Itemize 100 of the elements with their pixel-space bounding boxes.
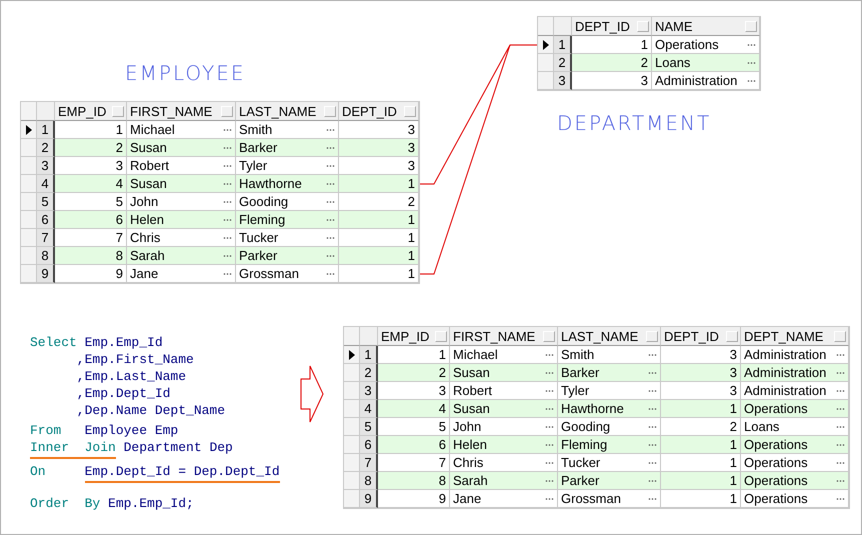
ellipsis-icon[interactable] (223, 164, 232, 168)
ellipsis-icon[interactable] (223, 254, 232, 258)
ellipsis-icon[interactable] (545, 424, 554, 428)
ellipsis-icon[interactable] (836, 388, 845, 392)
ellipsis-icon[interactable] (648, 406, 657, 410)
ellipsis-icon[interactable] (648, 496, 657, 500)
ellipsis-icon[interactable] (836, 496, 845, 500)
ellipsis-icon[interactable] (326, 272, 335, 276)
table-row[interactable]: 7 7 Chris Tucker 1 (21, 229, 419, 247)
table-row[interactable]: 1 1 Michael Smith 3 (21, 121, 419, 139)
ellipsis-icon[interactable] (545, 460, 554, 464)
ellipsis-icon[interactable] (648, 442, 657, 446)
ellipsis-icon[interactable] (545, 388, 554, 392)
table-row[interactable]: 2 2 Susan Barker 3 (21, 139, 419, 157)
table-row[interactable]: 3 3 Robert Tyler 3 (21, 157, 419, 175)
table-cell: Administration (655, 73, 738, 88)
table-cell: Fleming (561, 437, 608, 452)
ellipsis-icon[interactable] (648, 388, 657, 392)
column-header: EMP_ID (381, 328, 430, 344)
table-cell: 1 (438, 347, 446, 362)
ellipsis-icon[interactable] (648, 424, 657, 428)
table-cell: Smith (561, 347, 594, 362)
table-row[interactable]: 5 5 John Gooding 2 (21, 193, 419, 211)
ellipsis-icon[interactable] (747, 78, 756, 82)
table-row[interactable]: 9 9 Jane Grossman 1 (21, 265, 419, 283)
ellipsis-icon[interactable] (747, 60, 756, 64)
ellipsis-icon[interactable] (545, 352, 554, 356)
table-cell: 1 (408, 176, 415, 191)
ellipsis-icon[interactable] (326, 254, 335, 258)
table-row[interactable]: 8 8 Sarah Parker 1 (21, 247, 419, 265)
table-row[interactable]: 3 3 Robert Tyler 3 Administration (344, 382, 849, 400)
table-row[interactable]: 4 4 Susan Hawthorne 1 (21, 175, 419, 193)
table-cell: Susan (453, 401, 490, 416)
ellipsis-icon[interactable] (545, 442, 554, 446)
row-number: 3 (37, 157, 55, 175)
table-cell: 1 (730, 437, 737, 452)
code-line: ,Emp.Dept_Id (76, 385, 172, 402)
ellipsis-icon[interactable] (223, 200, 232, 204)
ellipsis-icon[interactable] (223, 182, 232, 186)
table-cell: Hawthorne (239, 176, 302, 191)
table-row[interactable]: 1 1 Operations (538, 36, 760, 54)
ellipsis-icon[interactable] (545, 496, 554, 500)
ellipsis-icon[interactable] (836, 424, 845, 428)
column-header: DEPT_ID (575, 18, 630, 34)
table-cell: 7 (438, 455, 446, 470)
table-row[interactable]: 9 9 Jane Grossman 1 Operations (344, 490, 849, 508)
column-header: LAST_NAME (239, 104, 316, 118)
column-header: DEPT_ID (664, 328, 719, 344)
table-row[interactable]: 6 6 Helen Fleming 1 (21, 211, 419, 229)
table-cell: 1 (408, 230, 415, 245)
ellipsis-icon[interactable] (326, 128, 335, 132)
table-row[interactable]: 7 7 Chris Tucker 1 Operations (344, 454, 849, 472)
ellipsis-icon[interactable] (223, 146, 232, 150)
table-cell: John (130, 194, 158, 209)
ellipsis-icon[interactable] (648, 478, 657, 482)
ellipsis-icon[interactable] (223, 128, 232, 132)
ellipsis-icon[interactable] (326, 182, 335, 186)
ellipsis-icon[interactable] (545, 406, 554, 410)
ellipsis-icon[interactable] (326, 200, 335, 204)
table-cell: 7 (116, 230, 123, 245)
ellipsis-icon[interactable] (223, 272, 232, 276)
table-cell: Operations (744, 473, 808, 488)
table-cell: John (453, 419, 482, 434)
table-cell: Parker (561, 473, 600, 488)
ellipsis-icon[interactable] (836, 406, 845, 410)
ellipsis-icon[interactable] (836, 370, 845, 374)
table-cell: Operations (744, 437, 808, 452)
table-row[interactable]: 2 2 Loans (538, 54, 760, 72)
table-row[interactable]: 1 1 Michael Smith 3 Administration (344, 346, 849, 364)
ellipsis-icon[interactable] (836, 442, 845, 446)
ellipsis-icon[interactable] (545, 370, 554, 374)
table-cell: 3 (408, 158, 415, 173)
table-cell: Fleming (239, 212, 286, 227)
row-number: 2 (554, 54, 572, 72)
ellipsis-icon[interactable] (648, 352, 657, 356)
table-cell: Sarah (453, 473, 488, 488)
ellipsis-icon[interactable] (545, 478, 554, 482)
table-row[interactable]: 4 4 Susan Hawthorne 1 Operations (344, 400, 849, 418)
column-header: DEPT_NAME (744, 328, 824, 344)
ellipsis-icon[interactable] (747, 42, 756, 46)
ellipsis-icon[interactable] (648, 460, 657, 464)
table-row[interactable]: 2 2 Susan Barker 3 Administration (344, 364, 849, 382)
ellipsis-icon[interactable] (648, 370, 657, 374)
ellipsis-icon[interactable] (836, 478, 845, 482)
table-cell: Administration (744, 347, 826, 362)
table-row[interactable]: 6 6 Helen Fleming 1 Operations (344, 436, 849, 454)
ellipsis-icon[interactable] (326, 146, 335, 150)
ellipsis-icon[interactable] (326, 236, 335, 240)
ellipsis-icon[interactable] (223, 236, 232, 240)
ellipsis-icon[interactable] (836, 460, 845, 464)
table-cell: Susan (130, 176, 167, 191)
ellipsis-icon[interactable] (836, 352, 845, 356)
ellipsis-icon[interactable] (223, 218, 232, 222)
ellipsis-icon[interactable] (326, 164, 335, 168)
table-row[interactable]: 8 8 Sarah Parker 1 Operations (344, 472, 849, 490)
table-row[interactable]: 3 3 Administration (538, 72, 760, 90)
table-row[interactable]: 5 5 John Gooding 2 Loans (344, 418, 849, 436)
table-cell: 5 (116, 194, 123, 209)
code-line: From Employee Emp (30, 422, 180, 439)
ellipsis-icon[interactable] (326, 218, 335, 222)
